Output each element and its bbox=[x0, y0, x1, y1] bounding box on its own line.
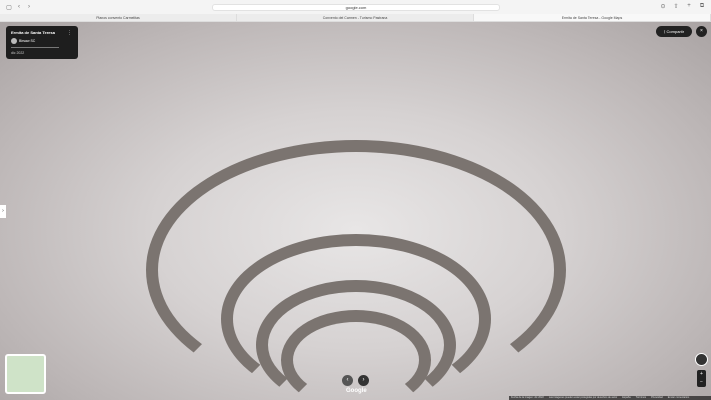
download-icon[interactable]: ⊙ bbox=[658, 3, 668, 10]
tabs-icon[interactable]: ⧉ bbox=[697, 3, 707, 10]
place-title[interactable]: Ermita de Santa Teresa bbox=[11, 30, 73, 35]
back-icon[interactable]: ‹ bbox=[14, 4, 24, 10]
minimap[interactable] bbox=[5, 354, 46, 394]
share-label: Compartir bbox=[666, 29, 685, 34]
more-options-icon[interactable]: ⋮ bbox=[67, 30, 72, 36]
tab-planos[interactable]: Planos convento Carmelitas bbox=[0, 14, 237, 21]
avatar bbox=[11, 38, 17, 44]
tab-convento[interactable]: Convento del Carmen - Turismo Pastrana bbox=[237, 14, 474, 21]
zoom-out-button[interactable]: − bbox=[697, 378, 706, 386]
compass-icon[interactable] bbox=[695, 353, 708, 366]
footer: Fecha de la imagen: dic 2022 Las imágene… bbox=[509, 396, 711, 400]
zoom-controls[interactable]: + − bbox=[697, 370, 706, 387]
street-view-panorama[interactable] bbox=[0, 22, 711, 400]
image-date[interactable]: dic 2022 bbox=[11, 51, 73, 55]
footer-date: Fecha de la imagen: dic 2022 bbox=[511, 396, 544, 399]
footer-link-feedback[interactable]: Enviar comentarios bbox=[668, 396, 689, 400]
next-button[interactable]: › bbox=[358, 375, 369, 386]
close-button[interactable]: × bbox=[696, 26, 707, 37]
forward-icon[interactable]: › bbox=[24, 4, 34, 10]
footer-link-spain[interactable]: España bbox=[622, 396, 630, 400]
zoom-in-button[interactable]: + bbox=[697, 370, 706, 378]
tab-maps[interactable]: Ermita de Santa Teresa - Google Maps bbox=[474, 14, 711, 21]
footer-link-privacy[interactable]: Privacidad bbox=[651, 396, 663, 400]
address-bar[interactable]: google.com bbox=[212, 4, 500, 11]
author-name[interactable]: Birsaw SC bbox=[19, 39, 35, 43]
browser-toolbar: ▢ ‹ › google.com ⊙ ⇧ + ⧉ bbox=[0, 0, 711, 14]
sidebar-icon[interactable]: ▢ bbox=[4, 4, 14, 11]
tab-bar: Planos convento Carmelitas Convento del … bbox=[0, 14, 711, 22]
share-button[interactable]: ⟨ Compartir bbox=[656, 26, 692, 37]
place-card: Ermita de Santa Teresa Birsaw SC dic 202… bbox=[6, 26, 78, 59]
share-icon[interactable]: ⇧ bbox=[671, 3, 681, 10]
new-tab-icon[interactable]: + bbox=[684, 3, 694, 10]
google-logo: Google bbox=[346, 388, 367, 394]
footer-link-terms[interactable]: Términos bbox=[636, 396, 646, 400]
expand-panel-button[interactable]: › bbox=[0, 205, 6, 218]
footer-copyright: Las imágenes pueden estar protegidas por… bbox=[548, 396, 618, 399]
arch bbox=[280, 310, 431, 400]
prev-button[interactable]: ‹ bbox=[342, 375, 353, 386]
divider bbox=[11, 47, 59, 48]
